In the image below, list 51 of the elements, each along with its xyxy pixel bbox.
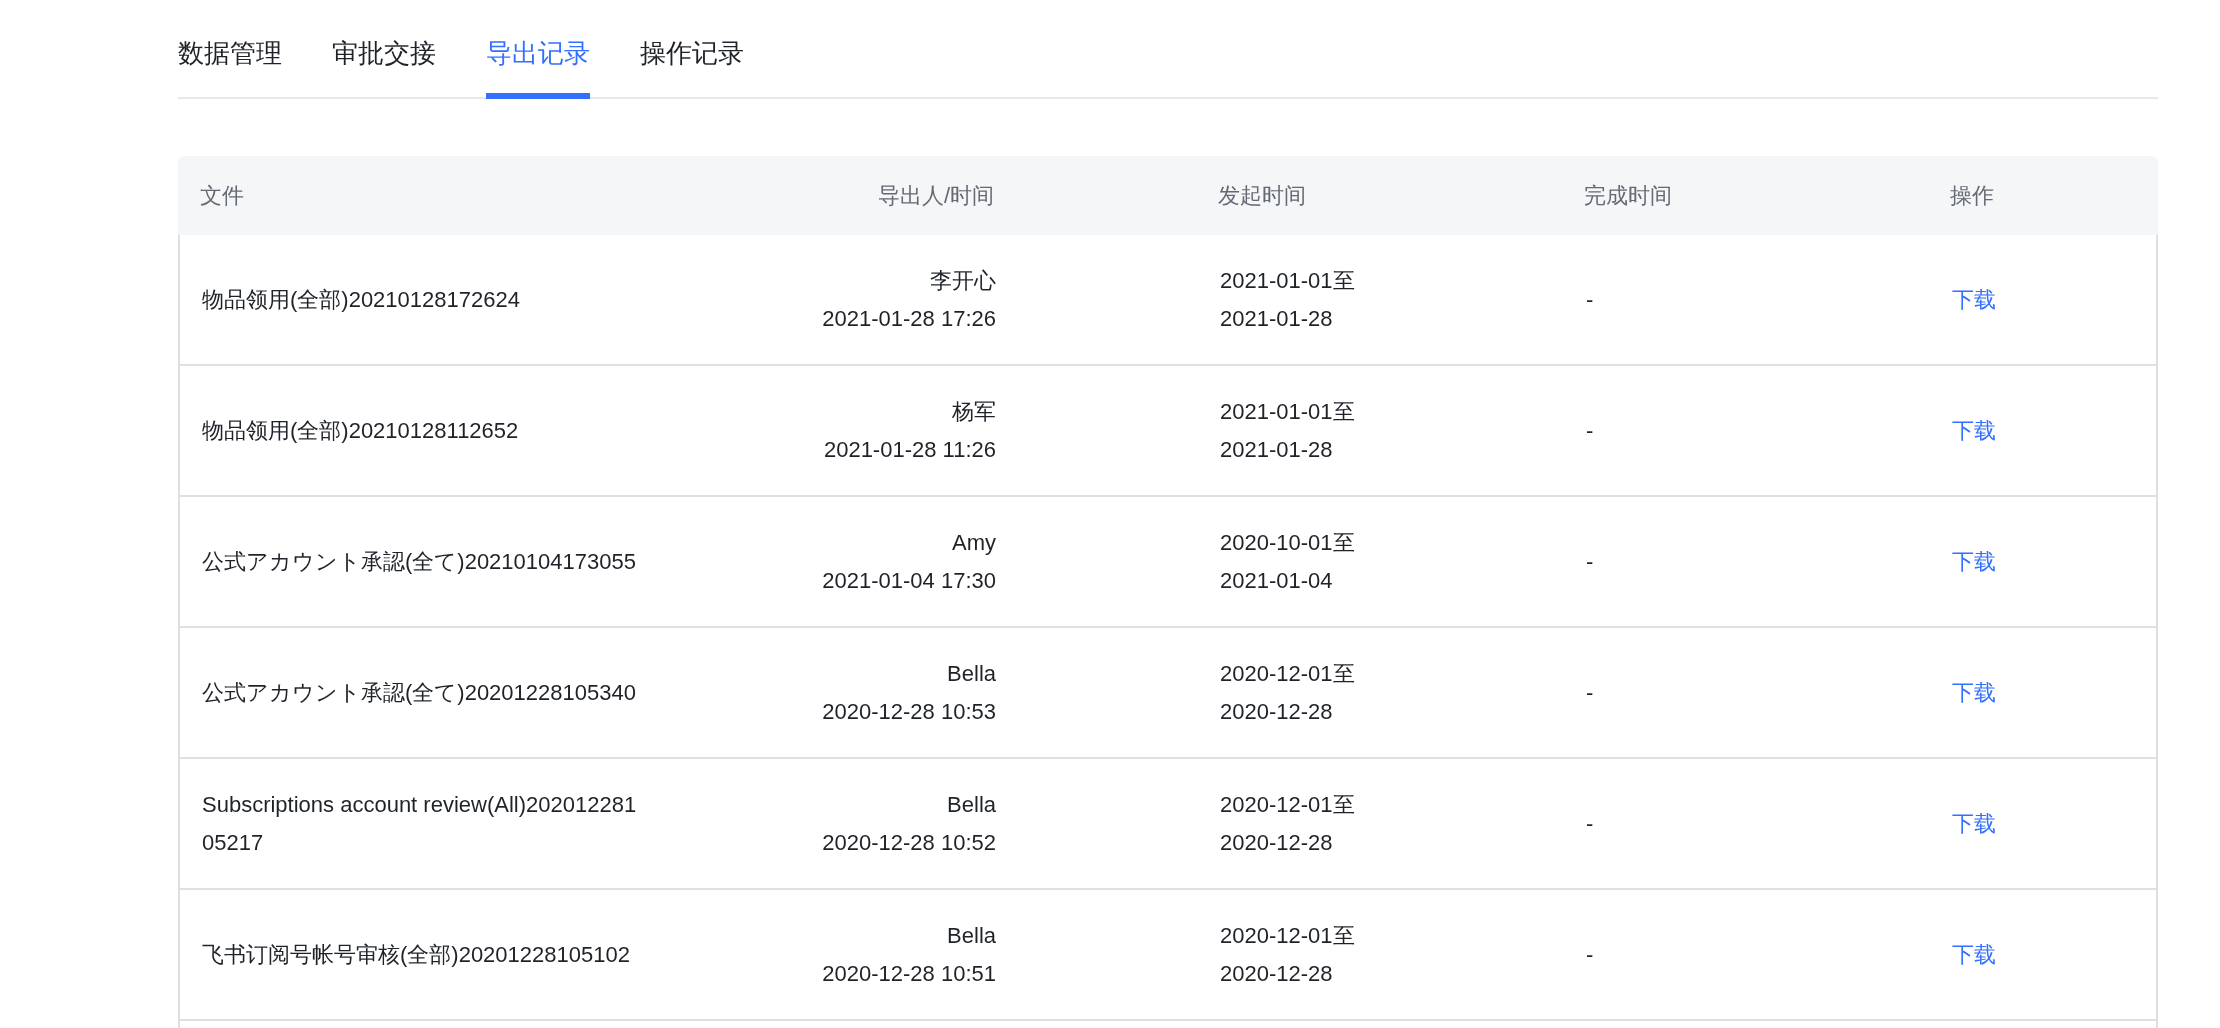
end-date: 2021-01-28 (1220, 435, 1334, 464)
download-link[interactable]: 下载 (1952, 286, 1996, 312)
export-time: 2021-01-28 17:26 (821, 304, 996, 333)
tab[interactable]: 数据管理 (178, 36, 282, 99)
start-date: 2021-01-01至 (1220, 397, 1356, 426)
exporter-name: Amy (951, 528, 996, 557)
column-header: 发起时间 (1218, 182, 1306, 208)
file-name: 公式アカウント承認(全て)20210104173055 (202, 547, 637, 576)
column-header: 操作 (1950, 182, 1994, 208)
end-date: 2021-01-28 (1220, 304, 1334, 333)
export-time: 2020-12-28 10:52 (821, 828, 996, 857)
file-name: 公式アカウント承認(全て)20201228105340 (202, 678, 637, 707)
exporter-name: Bella (946, 790, 996, 819)
export-time: 2021-01-04 17:30 (821, 566, 996, 595)
start-date: 2020-12-01至 (1220, 790, 1356, 819)
export-time: 2020-12-28 10:51 (821, 959, 996, 988)
tab[interactable]: 操作记录 (640, 36, 744, 99)
file-name: 物品领用(全部)20210128172624 (202, 285, 521, 314)
exporter-name: Bella (946, 659, 996, 688)
exporter-name: 李开心 (929, 266, 996, 295)
exporter-name: 杨军 (951, 397, 996, 426)
column-header: 文件 (200, 182, 244, 208)
end-date: 2020-12-28 (1220, 697, 1334, 726)
column-header: 导出人/时间 (877, 182, 994, 208)
column-header: 完成时间 (1584, 182, 1672, 208)
end-date: 2020-12-28 (1220, 828, 1334, 857)
end-date: 2020-12-28 (1220, 959, 1334, 988)
start-date: 2020-12-01至 (1220, 921, 1356, 950)
completion-time: - (1586, 286, 1594, 312)
export-time: 2020-12-28 10:53 (821, 697, 996, 726)
completion-time: - (1586, 417, 1594, 443)
file-name: 飞书订阅号帐号审核(全部)20201228105102 (202, 940, 631, 969)
export-time: 2021-01-28 11:26 (822, 435, 996, 464)
download-link[interactable]: 下载 (1952, 810, 1996, 836)
download-link[interactable]: 下载 (1952, 417, 1996, 443)
download-link[interactable]: 下载 (1952, 548, 1996, 574)
start-date: 2020-12-01至 (1220, 659, 1356, 688)
file-name: Subscriptions account review(All)20201228105217 (202, 790, 638, 857)
start-date: 2020-10-01至 (1220, 528, 1356, 557)
download-link[interactable]: 下载 (1952, 941, 1996, 967)
end-date: 2021-01-04 (1220, 566, 1334, 595)
tab[interactable]: 导出记录 (486, 36, 590, 99)
completion-time: - (1586, 548, 1594, 574)
exporter-name: Bella (946, 921, 996, 950)
download-link[interactable]: 下载 (1952, 679, 1996, 705)
start-date: 2021-01-01至 (1220, 266, 1356, 295)
file-name: 物品领用(全部)20210128112652 (202, 416, 520, 445)
completion-time: - (1586, 941, 1594, 967)
tab[interactable]: 审批交接 (332, 36, 436, 99)
completion-time: - (1586, 810, 1594, 836)
completion-time: - (1586, 679, 1594, 705)
